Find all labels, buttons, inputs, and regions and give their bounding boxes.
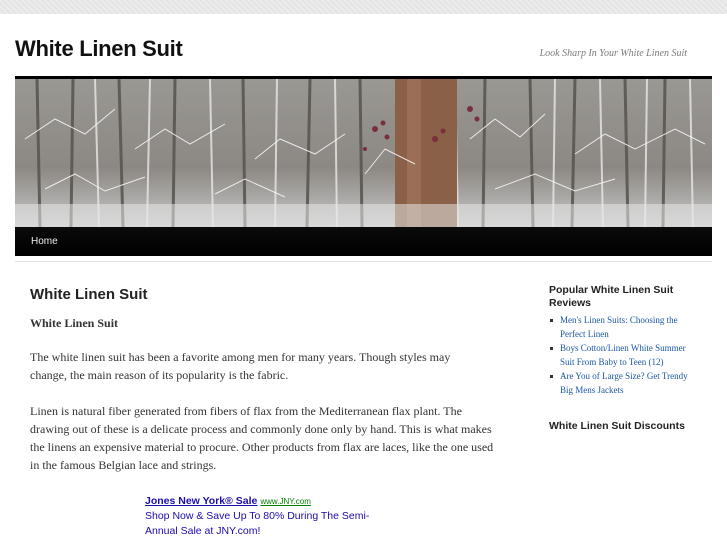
page: White Linen Suit Look Sharp In Your Whit…	[0, 14, 727, 545]
discounts-heading: White Linen Suit Discounts	[549, 420, 685, 432]
list-item: Boys Cotton/Linen White Summer Suit From…	[549, 342, 699, 369]
site-title[interactable]: White Linen Suit	[15, 36, 183, 62]
content-divider	[15, 261, 712, 262]
ad-description-link[interactable]: Shop Now & Save Up To 80% During The Sem…	[145, 509, 395, 539]
post-title[interactable]: White Linen Suit	[30, 286, 148, 303]
list-item: Men's Linen Suits: Choosing the Perfect …	[549, 314, 699, 341]
popular-reviews-list: Men's Linen Suits: Choosing the Perfect …	[549, 314, 699, 398]
review-link[interactable]: Men's Linen Suits: Choosing the Perfect …	[560, 315, 678, 339]
header-banner-image	[15, 79, 712, 227]
main-menu-bar: Home	[15, 227, 712, 256]
popular-reviews-heading: Popular White Linen Suit Reviews	[549, 284, 674, 309]
post-paragraph: Linen is natural fiber generated from fi…	[30, 404, 494, 472]
post-subtitle: White Linen Suit	[30, 316, 119, 330]
list-item: Are You of Large Size? Get Trendy Big Me…	[549, 370, 699, 397]
review-link[interactable]: Boys Cotton/Linen White Summer Suit From…	[560, 343, 686, 367]
ad-url-link[interactable]: www.JNY.com	[260, 497, 311, 506]
ad-title-link[interactable]: Jones New York® Sale	[145, 495, 257, 507]
text-ad: Jones New York® Sale www.JNY.com Shop No…	[145, 494, 395, 539]
nav-item-home[interactable]: Home	[31, 236, 58, 247]
site-description: Look Sharp In Your White Linen Suit	[539, 48, 687, 59]
post-paragraph: The white linen suit has been a favorite…	[30, 350, 451, 382]
review-link[interactable]: Are You of Large Size? Get Trendy Big Me…	[560, 371, 688, 395]
